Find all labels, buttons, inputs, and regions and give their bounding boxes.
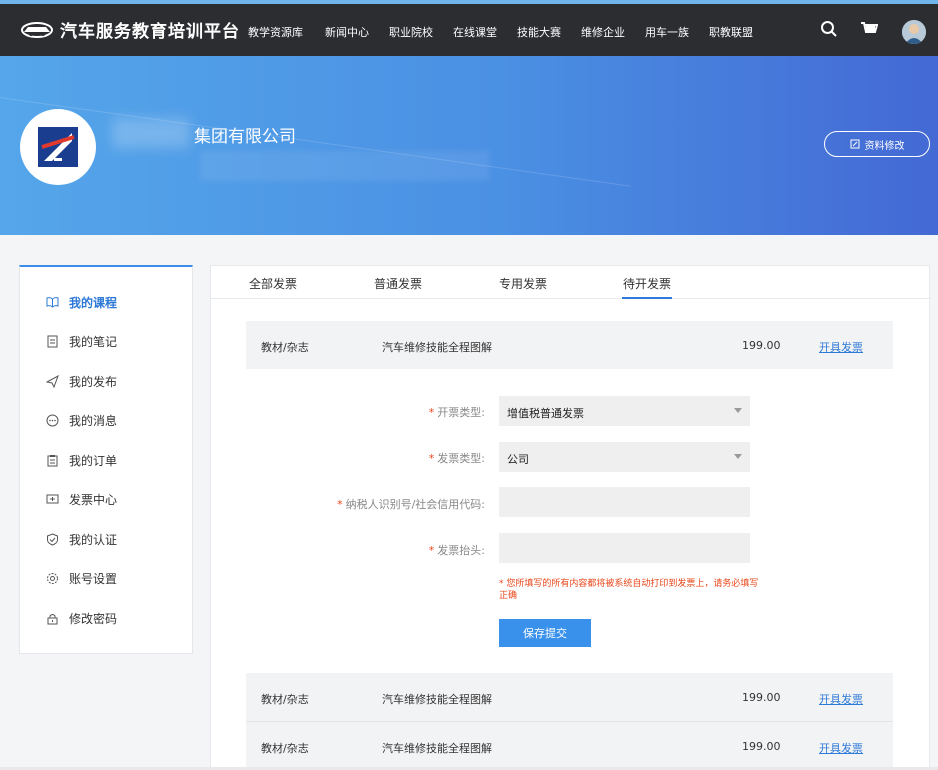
edit-profile-button[interactable]: 资料修改 [824,131,930,157]
search-icon[interactable] [820,20,838,38]
brand-title: 汽车服务教育培训平台 [60,22,240,42]
edit-icon [850,139,859,149]
row-title: 汽车维修技能全程图解 [382,341,492,354]
row-title: 汽车维修技能全程图解 [382,742,492,755]
row-price: 199.00 [742,691,781,704]
tab-special-invoices[interactable]: 专用发票 [499,275,547,292]
row-price: 199.00 [742,740,781,753]
blurred-name [112,118,190,148]
invoice-type-value: 公司 [507,453,529,466]
sidebar-item-label: 账号设置 [69,571,118,586]
nav-item-online-class[interactable]: 在线课堂 [453,24,497,40]
nav-item-resources[interactable]: 教学资源库 [248,24,303,40]
row-price: 199.00 [742,339,781,352]
tab-all-invoices[interactable]: 全部发票 [249,275,297,292]
nav-item-colleges[interactable]: 职业院校 [389,24,433,40]
brand-logo[interactable]: 汽车服务教育培训平台 [20,17,240,42]
shield-check-icon [47,532,58,546]
sidebar-item-label: 我的发布 [69,374,118,389]
tab-normal-invoices[interactable]: 普通发票 [374,275,422,292]
sidebar-item-change-password[interactable]: 修改密码 [46,608,117,628]
invoice-panel: 全部发票 普通发票 专用发票 待开发票 教材/杂志 汽车维修技能全程图解 199… [210,265,931,770]
sidebar-item-label: 我的消息 [69,413,118,428]
lock-icon [47,613,58,624]
blurred-info [200,151,490,181]
row-category: 教材/杂志 [261,693,309,706]
note-icon [47,335,58,347]
row-title: 汽车维修技能全程图解 [382,693,492,706]
invoice-tabs: 全部发票 普通发票 专用发票 待开发票 [211,266,931,299]
sidebar-item-notes[interactable]: 我的笔记 [46,331,117,351]
main-nav: 教学资源库 新闻中心 职业院校 在线课堂 技能大赛 维修企业 用车一族 职教联盟 [248,24,773,40]
tab-pending-invoices[interactable]: 待开发票 [621,275,673,299]
row-category: 教材/杂志 [261,341,309,354]
top-actions [820,20,900,38]
invoice-row: 教材/杂志 汽车维修技能全程图解 199.00 开具发票 [246,721,893,769]
chevron-down-icon [734,408,742,413]
user-sidebar: 我的课程 我的笔记 我的发布 我的消息 我的订单 发票中心 我的认证 账号设置 … [19,265,193,654]
avatar-image [902,20,926,44]
sidebar-item-label: 发票中心 [69,492,118,507]
invoice-icon [46,494,59,504]
sidebar-item-account-settings[interactable]: 账号设置 [46,568,117,588]
sidebar-item-certification[interactable]: 我的认证 [46,529,117,549]
sidebar-item-label: 修改密码 [69,611,118,626]
invoice-type-select[interactable]: 公司 [499,442,750,472]
sidebar-item-label: 我的课程 [69,295,118,310]
cart-icon[interactable] [860,21,878,37]
profile-banner: 集团有限公司 资料修改 [0,56,938,235]
company-logo [20,109,96,185]
nav-item-news[interactable]: 新闻中心 [325,24,369,40]
issue-invoice-link[interactable]: 开具发票 [819,740,863,756]
invoice-row: 教材/杂志 汽车维修技能全程图解 199.00 开具发票 [246,673,893,721]
sidebar-item-orders[interactable]: 我的订单 [46,450,117,470]
sidebar-item-label: 我的订单 [69,453,118,468]
send-icon [46,374,59,388]
chevron-down-icon [734,454,742,459]
nav-item-alliance[interactable]: 职教联盟 [709,24,753,40]
row-category: 教材/杂志 [261,742,309,755]
order-icon [47,454,58,466]
message-icon [46,414,59,426]
sidebar-item-messages[interactable]: 我的消息 [46,410,117,430]
invoice-kind-select[interactable]: 增值税普通发票 [499,396,750,426]
invoice-header-input[interactable] [499,533,750,563]
issue-invoice-link[interactable]: 开具发票 [819,339,863,355]
invoice-type-label: * 发票类型: [428,452,485,465]
issue-invoice-link[interactable]: 开具发票 [819,691,863,707]
company-name: 集团有限公司 [194,127,296,147]
nav-item-contest[interactable]: 技能大赛 [517,24,561,40]
sidebar-item-label: 我的笔记 [69,334,118,349]
sidebar-item-invoices[interactable]: 发票中心 [46,489,117,509]
invoice-kind-value: 增值税普通发票 [507,407,584,420]
nav-item-car-users[interactable]: 用车一族 [645,24,689,40]
sidebar-item-label: 我的认证 [69,532,118,547]
gear-icon [47,572,58,584]
edit-profile-label: 资料修改 [864,140,905,152]
nav-item-repair-companies[interactable]: 维修企业 [581,24,625,40]
user-avatar[interactable] [902,20,926,44]
invoice-kind-label: * 开票类型: [428,406,485,419]
invoice-header-label: * 发票抬头: [428,544,485,557]
car-logo-icon [21,21,53,38]
invoice-row: 教材/杂志 汽车维修技能全程图解 199.00 开具发票 [246,321,893,369]
tax-id-label: * 纳税人识别号/社会信用代码: [337,498,485,511]
book-icon [46,297,59,308]
sidebar-item-posts[interactable]: 我的发布 [46,371,117,391]
tax-id-input[interactable] [499,487,750,517]
sidebar-item-courses[interactable]: 我的课程 [46,292,117,312]
company-emblem-icon [38,127,78,167]
save-submit-button[interactable]: 保存提交 [499,619,591,647]
form-notice: * 您所填写的所有内容都将被系统自动打印到发票上，请务必填写正确 [499,579,759,601]
top-navigation-bar: 汽车服务教育培训平台 教学资源库 新闻中心 职业院校 在线课堂 技能大赛 维修企… [0,0,938,56]
